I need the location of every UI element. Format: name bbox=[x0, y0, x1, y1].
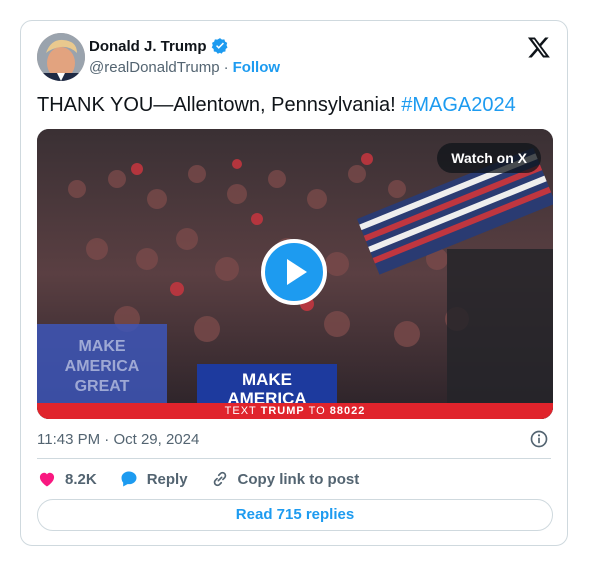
reply-button[interactable]: Reply bbox=[119, 469, 188, 489]
svg-text:GREAT: GREAT bbox=[75, 378, 130, 395]
play-icon bbox=[287, 259, 307, 285]
post-date: Oct 29, 2024 bbox=[113, 431, 200, 448]
tweet-text: THANK YOU—Allentown, Pennsylvania! #MAGA… bbox=[37, 93, 516, 117]
author-handle[interactable]: @realDonaldTrump bbox=[89, 59, 220, 76]
play-button[interactable] bbox=[261, 239, 327, 305]
link-icon bbox=[213, 471, 226, 487]
banner-bold: TRUMP bbox=[260, 405, 305, 417]
follow-button[interactable]: Follow bbox=[233, 59, 281, 76]
author-name-row: Donald J. Trump bbox=[89, 37, 229, 55]
post-time: 11:43 PM bbox=[37, 431, 101, 448]
author-handle-row: @realDonaldTrump · Follow bbox=[89, 59, 280, 76]
copy-link-label: Copy link to post bbox=[237, 470, 360, 488]
video-banner: TEXT TRUMP TO 88022 bbox=[37, 403, 553, 419]
avatar[interactable] bbox=[37, 33, 85, 81]
verified-badge-icon bbox=[211, 38, 228, 54]
banner-number: 88022 bbox=[329, 405, 366, 417]
tweet-body: THANK YOU—Allentown, Pennsylvania! bbox=[37, 94, 402, 116]
action-bar: 8.2K Reply Copy link to post bbox=[37, 469, 381, 489]
reply-label: Reply bbox=[146, 470, 188, 488]
tweet-card: Donald J. Trump @realDonaldTrump · Follo… bbox=[20, 20, 568, 546]
meta-separator: · bbox=[104, 431, 110, 448]
info-icon[interactable] bbox=[529, 429, 549, 449]
copy-link-button[interactable]: Copy link to post bbox=[210, 469, 360, 489]
svg-text:MAKE: MAKE bbox=[242, 370, 292, 389]
like-count: 8.2K bbox=[65, 470, 97, 488]
timestamp[interactable]: 11:43 PM · Oct 29, 2024 bbox=[37, 431, 199, 448]
watch-on-x-button[interactable]: Watch on X bbox=[437, 143, 541, 173]
like-button[interactable]: 8.2K bbox=[37, 469, 97, 489]
read-replies-button[interactable]: Read 715 replies bbox=[37, 499, 553, 531]
x-logo-icon[interactable] bbox=[527, 35, 551, 59]
svg-text:AMERICA: AMERICA bbox=[65, 358, 140, 375]
svg-text:MAKE: MAKE bbox=[78, 338, 125, 355]
video-player[interactable]: MAKE AMERICA GREAT MAKE AMERICA Watch on… bbox=[37, 129, 553, 419]
heart-icon bbox=[39, 472, 55, 487]
author-name[interactable]: Donald J. Trump bbox=[89, 38, 207, 55]
banner-mid: TO bbox=[304, 405, 330, 417]
reply-bubble-icon bbox=[121, 471, 137, 487]
handle-separator: · bbox=[223, 59, 229, 76]
banner-pre: TEXT bbox=[224, 405, 261, 417]
divider bbox=[37, 458, 551, 459]
hashtag-link[interactable]: #MAGA2024 bbox=[401, 94, 516, 116]
